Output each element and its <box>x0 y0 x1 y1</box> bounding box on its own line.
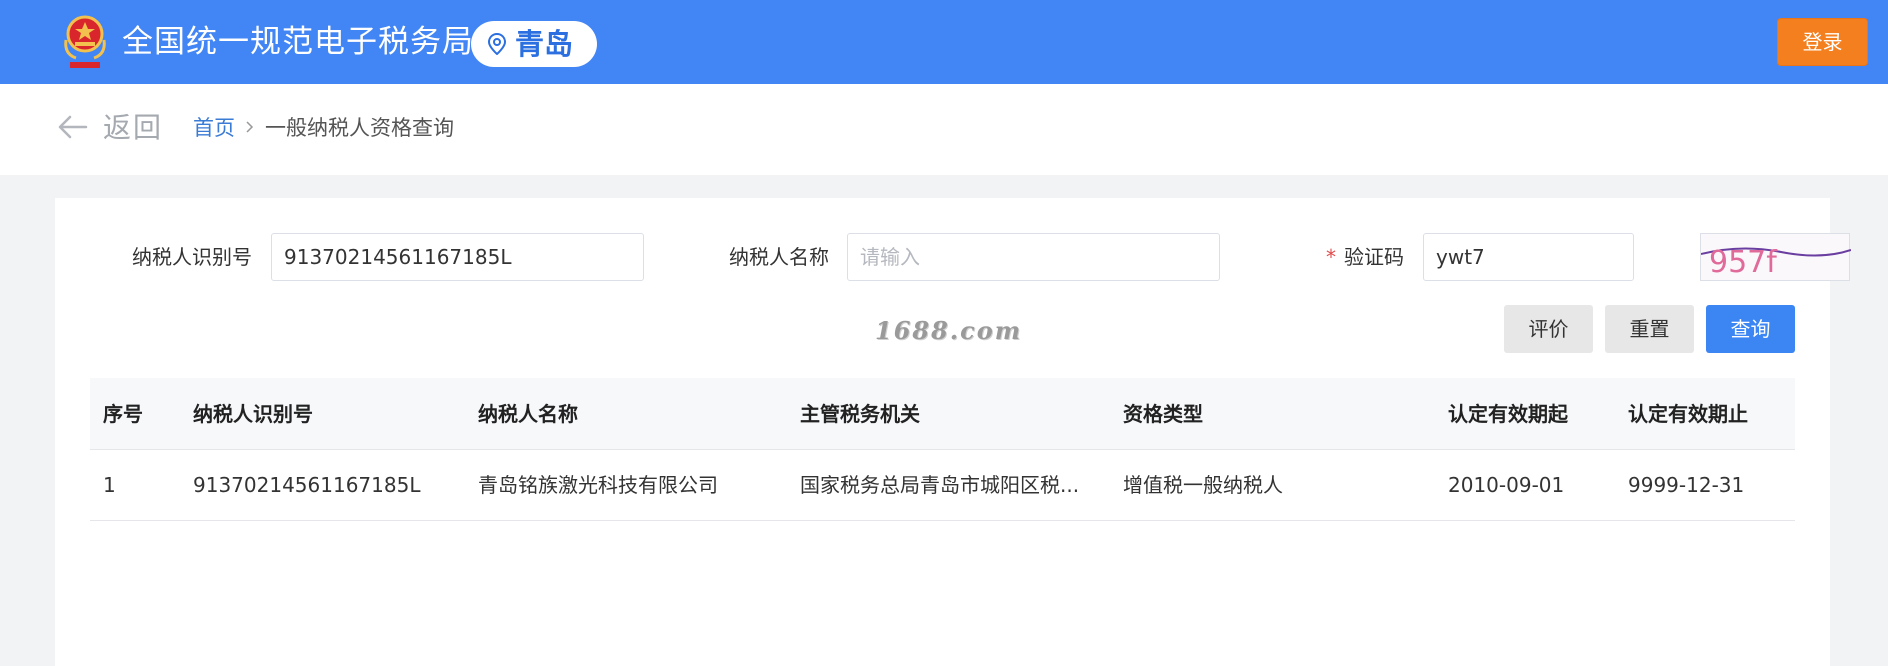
arrow-left-icon[interactable] <box>58 115 88 139</box>
breadcrumb-bar: 返回 首页 一般纳税人资格查询 <box>0 84 1888 175</box>
site-title: 全国统一规范电子税务局 <box>122 24 474 60</box>
table-cell: 国家税务总局青岛市城阳区税... <box>800 473 1080 497</box>
query-card: 纳税人识别号 纳税人名称 * 验证码 957f 1688.com 评价 重置 查询… <box>55 198 1852 666</box>
taxpayer-id-input[interactable] <box>271 233 644 281</box>
evaluate-button[interactable]: 评价 <box>1504 305 1593 353</box>
chevron-right-icon <box>246 121 254 133</box>
captcha-image[interactable]: 957f <box>1700 233 1852 281</box>
location-pin-icon <box>487 33 507 55</box>
login-button[interactable]: 登录 <box>1777 18 1868 66</box>
table-cell: 91370214561167185L <box>193 473 421 497</box>
column-header: 序号 <box>103 402 143 426</box>
captcha-label: 验证码 <box>1344 245 1404 269</box>
table-row: 1 91370214561167185L 青岛铭族激光科技有限公司 国家税务总局… <box>90 450 1795 521</box>
breadcrumb-home[interactable]: 首页 <box>193 114 235 142</box>
column-header: 认定有效期止 <box>1628 402 1748 426</box>
back-link[interactable]: 返回 <box>103 110 163 146</box>
query-button[interactable]: 查询 <box>1706 305 1795 353</box>
breadcrumb-current: 一般纳税人资格查询 <box>265 116 454 140</box>
table-cell: 青岛铭族激光科技有限公司 <box>478 473 718 497</box>
column-header: 纳税人名称 <box>478 402 578 426</box>
table-cell: 2010-09-01 <box>1448 473 1565 497</box>
taxpayer-name-input[interactable] <box>847 233 1220 281</box>
required-mark: * <box>1326 245 1336 269</box>
column-header: 主管税务机关 <box>800 402 920 426</box>
column-header: 认定有效期起 <box>1448 402 1568 426</box>
table-cell: 1 <box>103 473 116 497</box>
captcha-graphic: 957f <box>1700 245 1852 280</box>
watermark: 1688.com <box>875 316 1023 345</box>
national-emblem-icon <box>64 15 106 68</box>
city-selector[interactable]: 青岛 <box>471 21 597 67</box>
taxpayer-id-label: 纳税人识别号 <box>132 245 252 269</box>
table-cell: 增值税一般纳税人 <box>1123 473 1283 497</box>
captcha-text: 957f <box>1709 245 1778 280</box>
results-table: 序号 纳税人识别号 纳税人名称 主管税务机关 资格类型 认定有效期起 认定有效期… <box>90 378 1795 521</box>
captcha-label-wrap: * 验证码 <box>1326 243 1404 271</box>
table-cell: 9999-12-31 <box>1628 473 1745 497</box>
reset-button[interactable]: 重置 <box>1605 305 1694 353</box>
table-header: 序号 纳税人识别号 纳税人名称 主管税务机关 资格类型 认定有效期起 认定有效期… <box>90 378 1795 450</box>
column-header: 资格类型 <box>1123 402 1203 426</box>
taxpayer-name-label: 纳税人名称 <box>729 245 829 269</box>
column-header: 纳税人识别号 <box>193 402 313 426</box>
city-name: 青岛 <box>515 27 574 61</box>
top-header: 全国统一规范电子税务局 青岛 登录 <box>0 0 1888 84</box>
captcha-input[interactable] <box>1423 233 1634 281</box>
